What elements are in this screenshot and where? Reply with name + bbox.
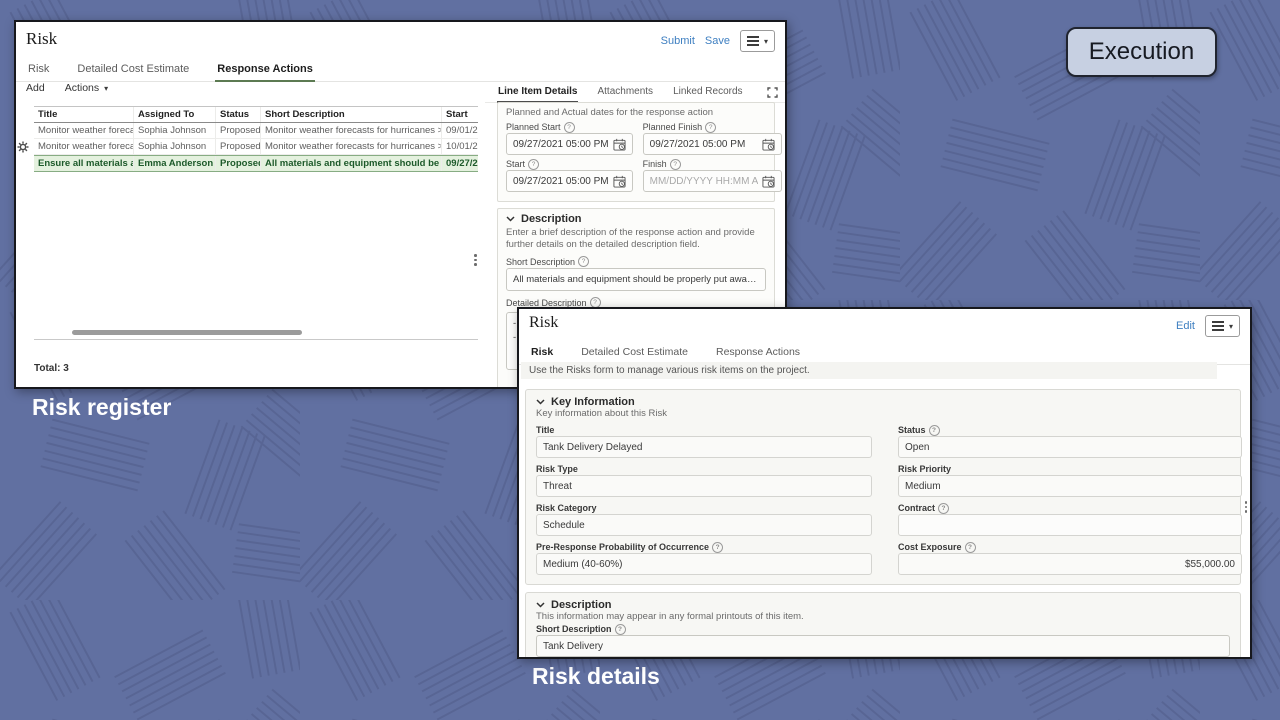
panel-tab-attachments[interactable]: Attachments xyxy=(596,82,654,103)
status-input[interactable]: Open xyxy=(898,436,1242,458)
chevron-down-icon xyxy=(536,399,545,405)
field-label-short-description: Short Description? xyxy=(506,256,766,268)
help-icon[interactable]: ? xyxy=(564,122,575,133)
column-header-status[interactable]: Status xyxy=(216,107,261,122)
key-information-header[interactable]: Key Information xyxy=(536,396,1230,408)
title-input[interactable]: Tank Delivery Delayed xyxy=(536,436,872,458)
dates-hint: Planned and Actual dates for the respons… xyxy=(506,107,766,119)
calendar-icon[interactable] xyxy=(762,138,775,151)
panel-tab-linked-records[interactable]: Linked Records xyxy=(672,82,743,103)
help-icon[interactable]: ? xyxy=(929,425,940,436)
description-section-header[interactable]: Description xyxy=(506,213,766,225)
pre-response-probability-input[interactable]: Medium (40-60%) xyxy=(536,553,872,575)
key-information-hint: Key information about this Risk xyxy=(536,408,1230,420)
planned-finish-input[interactable]: 09/27/2021 05:00 PM xyxy=(643,133,783,155)
edit-button[interactable]: Edit xyxy=(1176,320,1195,332)
help-icon[interactable]: ? xyxy=(578,256,589,267)
field-label-risk-priority: Risk Priority xyxy=(898,463,1242,475)
description-section-header[interactable]: Description xyxy=(536,599,1230,611)
gear-icon[interactable] xyxy=(17,140,29,158)
response-actions-table: Title Assigned To Status Short Descripti… xyxy=(34,106,478,340)
column-header-start[interactable]: Start xyxy=(442,107,478,122)
tab-risk[interactable]: Risk xyxy=(26,58,51,82)
description-hint: This information may appear in any forma… xyxy=(536,611,1230,623)
risk-priority-input[interactable]: Medium xyxy=(898,475,1242,497)
calendar-icon[interactable] xyxy=(613,138,626,151)
save-button[interactable]: Save xyxy=(705,35,730,47)
field-label-risk-category: Risk Category xyxy=(536,502,872,514)
window-menu-button[interactable]: ▾ xyxy=(740,30,775,52)
chevron-down-icon: ▾ xyxy=(764,37,768,46)
field-label-cost-exposure: Cost Exposure? xyxy=(898,541,1242,553)
chevron-down-icon: ▾ xyxy=(1229,322,1233,331)
risk-details-caption: Risk details xyxy=(532,663,660,690)
start-input[interactable]: 09/27/2021 05:00 PM xyxy=(506,170,633,192)
help-icon[interactable]: ? xyxy=(615,624,626,635)
help-icon[interactable]: ? xyxy=(705,122,716,133)
field-label-finish: Finish? xyxy=(643,158,783,170)
field-label-planned-start: Planned Start? xyxy=(506,121,633,133)
hamburger-icon xyxy=(747,36,759,46)
tab-detailed-cost-estimate[interactable]: Detailed Cost Estimate xyxy=(75,58,191,82)
short-description-input[interactable]: Tank Delivery xyxy=(536,635,1230,657)
panel-tab-line-item-details[interactable]: Line Item Details xyxy=(497,82,578,103)
field-label-start: Start? xyxy=(506,158,633,170)
table-row[interactable]: Monitor weather forecasts Sophia Johnson… xyxy=(34,123,478,139)
key-information-section: Key Information Key information about th… xyxy=(525,389,1241,585)
risk-register-caption: Risk register xyxy=(32,394,171,421)
panel-resize-handle[interactable] xyxy=(474,254,477,266)
chevron-down-icon xyxy=(536,602,545,608)
calendar-icon[interactable] xyxy=(613,175,626,188)
cost-exposure-input[interactable]: $55,000.00 xyxy=(898,553,1242,575)
help-icon[interactable]: ? xyxy=(528,159,539,170)
contract-input[interactable] xyxy=(898,514,1242,536)
field-label-risk-type: Risk Type xyxy=(536,463,872,475)
hamburger-icon xyxy=(1212,321,1224,331)
column-header-assigned-to[interactable]: Assigned To xyxy=(134,107,216,122)
finish-input[interactable]: MM/DD/YYYY HH:MM A xyxy=(643,170,783,192)
risk-type-input[interactable]: Threat xyxy=(536,475,872,497)
field-label-status: Status? xyxy=(898,424,1242,436)
field-label-title: Title xyxy=(536,424,872,436)
risk-details-window: Risk Edit ▾ Risk Detailed Cost Estimate … xyxy=(517,307,1252,659)
field-label-contract: Contract? xyxy=(898,502,1242,514)
help-icon[interactable]: ? xyxy=(938,503,949,514)
calendar-icon[interactable] xyxy=(762,175,775,188)
column-header-short-description[interactable]: Short Description xyxy=(261,107,442,122)
help-icon[interactable]: ? xyxy=(670,159,681,170)
help-icon[interactable]: ? xyxy=(712,542,723,553)
expand-icon[interactable] xyxy=(767,85,778,103)
description-section: Description This information may appear … xyxy=(525,592,1241,659)
panel-resize-handle[interactable] xyxy=(1245,501,1248,513)
planned-start-input[interactable]: 09/27/2021 05:00 PM xyxy=(506,133,633,155)
table-row[interactable]: Monitor weather forecasts Sophia Johnson… xyxy=(34,139,478,155)
stage-badge: Execution xyxy=(1066,27,1217,77)
table-header-row: Title Assigned To Status Short Descripti… xyxy=(34,106,478,123)
field-label-pre-response-probability: Pre-Response Probability of Occurrence? xyxy=(536,541,872,553)
help-icon[interactable]: ? xyxy=(965,542,976,553)
risk-category-input[interactable]: Schedule xyxy=(536,514,872,536)
info-bar: Use the Risks form to manage various ris… xyxy=(521,362,1217,379)
window-menu-button[interactable]: ▾ xyxy=(1205,315,1240,337)
table-row-selected[interactable]: Ensure all materials are proper... Emma … xyxy=(34,155,478,172)
field-label-planned-finish: Planned Finish? xyxy=(643,121,783,133)
description-hint: Enter a brief description of the respons… xyxy=(506,227,766,252)
field-label-short-description: Short Description? xyxy=(536,623,1230,635)
window-title: Risk xyxy=(26,29,57,49)
submit-button[interactable]: Submit xyxy=(661,35,695,47)
window-title: Risk xyxy=(529,314,558,332)
add-button[interactable]: Add xyxy=(26,82,45,94)
table-total: Total: 3 xyxy=(34,363,69,374)
short-description-input[interactable]: All materials and equipment should be pr… xyxy=(506,268,766,291)
chevron-down-icon xyxy=(506,216,515,222)
column-header-title[interactable]: Title xyxy=(34,107,134,122)
tab-response-actions[interactable]: Response Actions xyxy=(215,58,315,82)
horizontal-scrollbar[interactable] xyxy=(72,330,302,335)
chevron-down-icon: ▾ xyxy=(104,84,108,93)
actions-dropdown[interactable]: Actions ▾ xyxy=(65,82,108,94)
